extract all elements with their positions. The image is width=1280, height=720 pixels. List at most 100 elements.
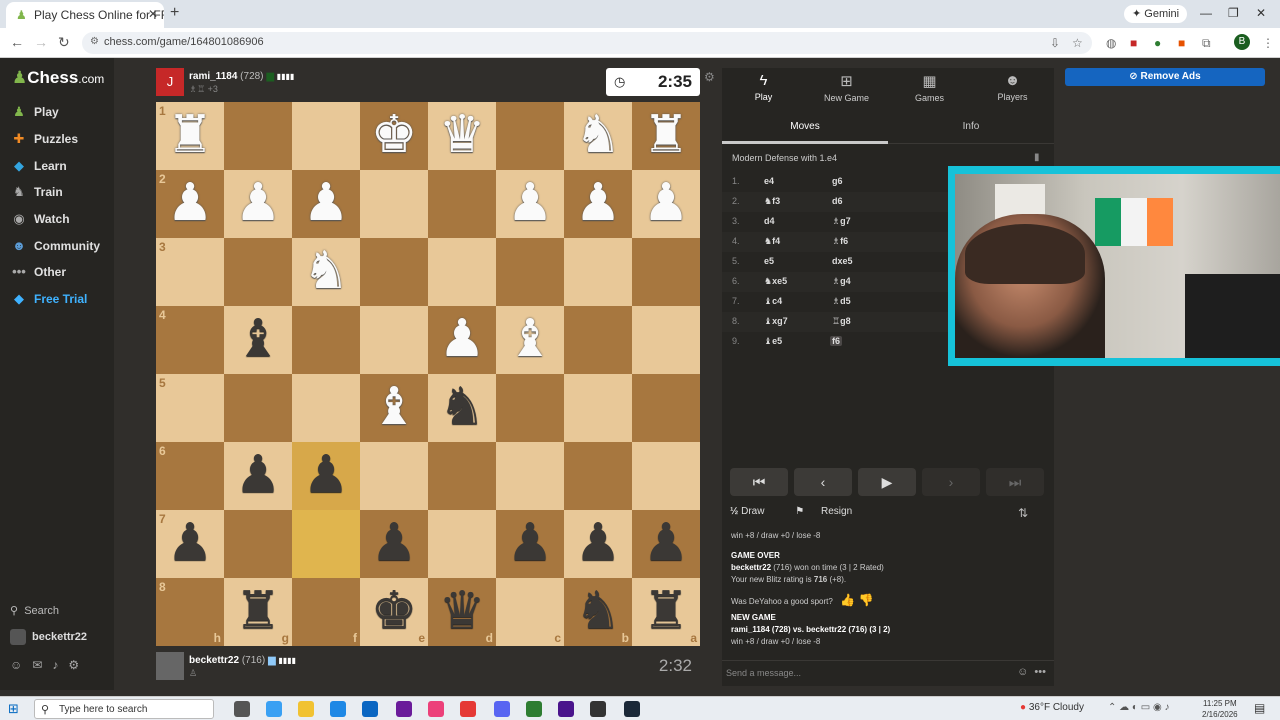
square-c5[interactable] [496,374,564,442]
game-launcher-icon[interactable] [590,701,606,717]
sidebar-item-free-trial[interactable]: ◆ Free Trial [0,287,114,311]
black-move[interactable]: ♗g7 [830,216,853,227]
black-pawn-icon[interactable]: ♟ [224,442,292,510]
square-f5[interactable] [292,374,360,442]
black-king-icon[interactable]: ♚ [360,578,428,646]
chrome-icon[interactable] [460,701,476,717]
square-h4[interactable]: 4 [156,306,224,374]
black-rook-icon[interactable]: ♜ [224,578,292,646]
profile-avatar[interactable]: B [1234,34,1250,50]
white-queen-icon[interactable]: ♛ [428,102,496,170]
play-moves-button[interactable]: ▶ [858,468,916,496]
settings-gear-icon[interactable]: ⚙ [68,658,79,672]
square-c2[interactable]: ♟ [496,170,564,238]
white-pawn-icon[interactable]: ♟ [632,170,700,238]
square-b6[interactable] [564,442,632,510]
square-f8[interactable]: f [292,578,360,646]
gemini-button[interactable]: ✦ Gemini [1124,5,1188,23]
back-icon[interactable]: ← [10,34,24,50]
white-pawn-icon[interactable]: ♟ [496,170,564,238]
sidebar-item-play[interactable]: ♟ Play [0,100,114,124]
subtab-info[interactable]: Info [888,121,1054,132]
resign-button[interactable]: ⚑ Resign [795,506,866,517]
square-a4[interactable] [632,306,700,374]
white-knight-icon[interactable]: ♞ [564,102,632,170]
copilot-icon[interactable] [266,701,282,717]
square-a5[interactable] [632,374,700,442]
square-e3[interactable] [360,238,428,306]
app-icon[interactable] [526,701,542,717]
outlook-icon[interactable] [362,701,378,717]
tab-games[interactable]: ▦ Games [888,72,971,103]
friends-icon[interactable]: ☺ [10,658,22,672]
square-h8[interactable]: 8h [156,578,224,646]
black-bishop-icon[interactable]: ♝ [224,306,292,374]
sidebar-user[interactable]: beckettr22 [10,629,87,645]
white-pawn-icon[interactable]: ♟ [292,170,360,238]
square-d5[interactable]: ♞ [428,374,496,442]
notification-icon[interactable]: ▤ [1254,701,1265,715]
white-pawn-icon[interactable]: ♟ [428,306,496,374]
square-h3[interactable]: 3 [156,238,224,306]
square-b3[interactable] [564,238,632,306]
white-pawn-icon[interactable]: ♟ [564,170,632,238]
square-d6[interactable] [428,442,496,510]
site-info-icon[interactable]: ⚙ [90,36,99,47]
white-move[interactable]: ♝xg7 [764,316,788,327]
player-name-row[interactable]: beckettr22 (716) ▆ ▮▮▮▮ [189,655,296,666]
tab-players[interactable]: ☻ Players [971,72,1054,102]
square-c4[interactable]: ♝ [496,306,564,374]
white-move[interactable]: e5 [764,256,774,266]
square-g1[interactable] [224,102,292,170]
white-move[interactable]: ♞f4 [764,236,780,247]
black-move[interactable]: f6 [830,336,843,346]
white-bishop-icon[interactable]: ♝ [496,306,564,374]
notifications-bell-icon[interactable]: ♪ [52,658,58,672]
square-h5[interactable]: 5 [156,374,224,442]
black-pawn-icon[interactable]: ♟ [360,510,428,578]
white-king-icon[interactable]: ♚ [360,102,428,170]
square-g6[interactable]: ♟ [224,442,292,510]
previous-move-button[interactable]: ‹ [794,468,852,496]
extension-tp-icon[interactable]: ■ [1130,36,1137,50]
square-e2[interactable] [360,170,428,238]
taskbar-search[interactable]: ⚲ Type here to search [34,699,214,719]
music-icon[interactable] [428,701,444,717]
square-h7[interactable]: 7 ♟ [156,510,224,578]
discord-icon[interactable] [494,701,510,717]
square-e5[interactable]: ♝ [360,374,428,442]
opponent-avatar[interactable]: J [156,68,184,96]
extension-green-icon[interactable]: ● [1154,36,1161,50]
board-settings-icon[interactable]: ⚙ [704,70,715,84]
sidebar-item-learn[interactable]: ◆ Learn [0,154,114,178]
thumbs-up-icon[interactable]: 👍 [840,593,855,607]
black-move[interactable]: ♗d5 [830,296,853,307]
browser-tab[interactable]: ♟ Play Chess Online for FREE - 2 F ✕ [6,2,164,28]
weather-widget[interactable]: ● 36°F Cloudy [1020,702,1084,713]
system-tray[interactable]: ⌃ ☁ ◐ ▭ ◉ ♪ [1108,702,1169,713]
square-a3[interactable] [632,238,700,306]
url-field[interactable]: ⚙ chess.com/game/164801086906 [82,32,1092,54]
square-h1[interactable]: 1 ♜ [156,102,224,170]
square-a8[interactable]: a ♜ [632,578,700,646]
square-a6[interactable] [632,442,700,510]
file-explorer-icon[interactable] [298,701,314,717]
square-g7[interactable] [224,510,292,578]
square-a7[interactable]: ♟ [632,510,700,578]
square-e8[interactable]: e ♚ [360,578,428,646]
black-knight-icon[interactable]: ♞ [428,374,496,442]
square-g3[interactable] [224,238,292,306]
black-pawn-icon[interactable]: ♟ [564,510,632,578]
square-f3[interactable]: ♞ [292,238,360,306]
black-knight-icon[interactable]: ♞ [564,578,632,646]
square-a2[interactable]: ♟ [632,170,700,238]
black-move[interactable]: ♗f6 [830,236,850,247]
square-a1[interactable]: ♜ [632,102,700,170]
tab-close-icon[interactable]: ✕ [148,7,158,21]
black-rook-icon[interactable]: ♜ [632,578,700,646]
first-move-button[interactable]: ⏮ [730,468,788,496]
taskbar-clock[interactable]: 11:25 PM 2/16/2026 [1202,698,1238,720]
nzxt-icon[interactable] [396,701,412,717]
sidebar-item-train[interactable]: ♞ Train [0,180,114,204]
thumbs-down-icon[interactable]: 👎 [858,593,873,607]
